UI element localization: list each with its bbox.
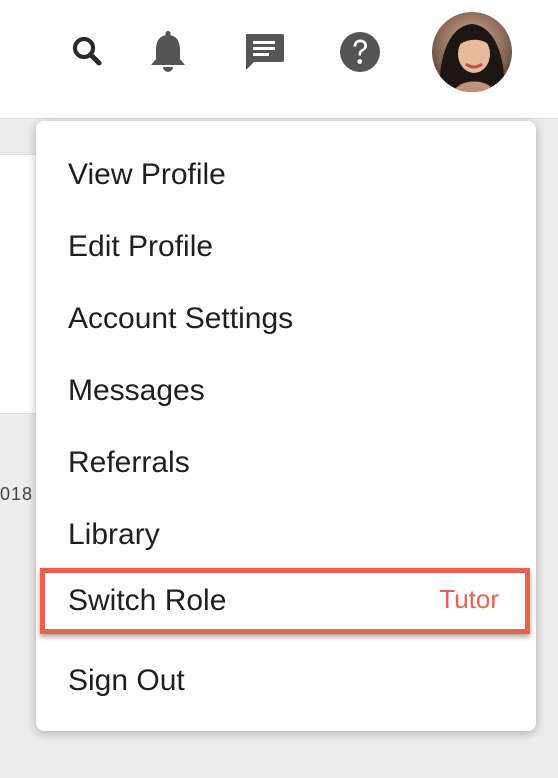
menu-item-edit-profile[interactable]: Edit Profile (68, 223, 213, 271)
search-icon[interactable] (70, 34, 104, 68)
help-icon[interactable] (338, 30, 382, 74)
background-partial-text: 018 (0, 484, 34, 504)
profile-dropdown-menu: View Profile Edit Profile Account Settin… (36, 121, 536, 731)
bell-icon[interactable] (149, 30, 187, 74)
switch-role-label: Switch Role (68, 584, 227, 617)
user-avatar[interactable] (432, 12, 512, 92)
menu-item-view-profile[interactable]: View Profile (68, 151, 226, 199)
menu-item-account-settings[interactable]: Account Settings (68, 295, 293, 343)
menu-item-messages[interactable]: Messages (68, 367, 205, 415)
menu-item-sign-out[interactable]: Sign Out (68, 657, 185, 705)
menu-item-library[interactable]: Library (68, 511, 160, 559)
menu-item-referrals[interactable]: Referrals (68, 439, 190, 487)
menu-item-switch-role[interactable]: Switch Role Tutor (40, 568, 530, 634)
chat-icon[interactable] (242, 30, 286, 74)
current-role-value: Tutor (439, 584, 499, 614)
top-navigation-bar (0, 0, 558, 119)
